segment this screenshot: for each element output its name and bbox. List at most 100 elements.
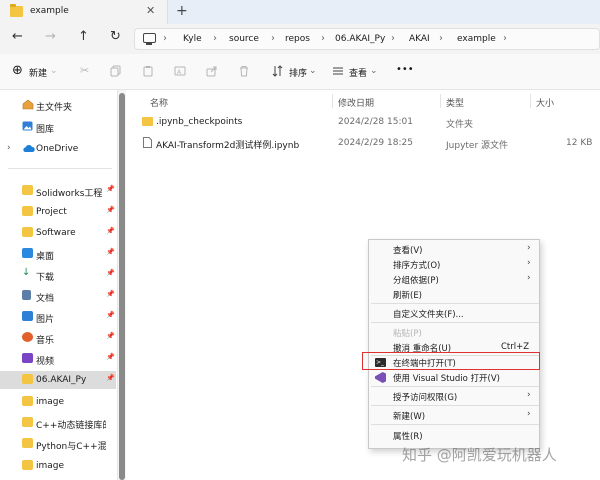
menu-item-properties[interactable]: 属性(R): [369, 428, 541, 443]
pin-icon: 📌: [106, 353, 115, 361]
sidebar-item-desktop[interactable]: 桌面 📌: [0, 245, 116, 263]
sidebar-item-label: 桌面: [36, 252, 55, 262]
menu-item-open-with-visual-studio[interactable]: 使用 Visual Studio 打开(V): [369, 370, 541, 385]
sidebar-item-videos[interactable]: 视频 📌: [0, 350, 116, 368]
video-icon: [22, 353, 33, 363]
delete-icon[interactable]: [238, 65, 250, 77]
sort-button[interactable]: 排序: [289, 66, 307, 79]
sidebar-item-downloads[interactable]: ↓ 下载 📌: [0, 266, 116, 284]
sidebar-item-gallery[interactable]: 图库: [0, 118, 116, 136]
refresh-button[interactable]: ↻: [110, 30, 121, 44]
chevron-right-icon: ›: [527, 273, 531, 283]
file-name: AKAI-Transform2d测试样例.ipynb: [156, 141, 300, 151]
sidebar-item-home[interactable]: 主文件夹: [0, 96, 116, 114]
sidebar-item-image-2[interactable]: image: [0, 457, 116, 475]
breadcrumb-item-akai[interactable]: AKAI: [409, 34, 430, 44]
new-tab-button[interactable]: +: [176, 3, 188, 19]
menu-item-give-access[interactable]: 授予访问权限(G) ›: [369, 389, 541, 404]
sidebar-item-06-akai-py[interactable]: 06.AKAI_Py 📌: [0, 371, 116, 389]
column-header-type[interactable]: 类型: [446, 96, 464, 109]
menu-divider: [371, 405, 539, 406]
column-header-name[interactable]: 名称: [150, 96, 168, 109]
close-icon[interactable]: ✕: [146, 4, 155, 17]
highlight-box: [362, 352, 540, 370]
forward-button[interactable]: →: [45, 30, 56, 44]
menu-item-group-by[interactable]: 分组依据(P) ›: [369, 272, 541, 287]
menu-item-label: 授予访问权限(G): [393, 393, 458, 403]
menu-item-paste[interactable]: 粘贴(P): [369, 325, 541, 340]
chevron-right-icon: ›: [321, 33, 325, 44]
computer-icon: [143, 33, 156, 45]
tab-example[interactable]: example ✕: [0, 0, 168, 24]
sidebar-item-image[interactable]: image: [0, 393, 116, 411]
chevron-right-icon: ›: [213, 33, 217, 44]
sidebar-item-python-cpp[interactable]: Python与C++混合开发: [0, 435, 116, 453]
menu-item-refresh[interactable]: 刷新(E): [369, 287, 541, 302]
sidebar-scrollbar-thumb[interactable]: [119, 93, 125, 480]
breadcrumb-item-example[interactable]: example: [457, 34, 496, 44]
chevron-right-icon: ›: [391, 33, 395, 44]
breadcrumb[interactable]: › Kyle › source › repos › 06.AKAI_Py › A…: [134, 28, 600, 50]
tab-title: example: [30, 6, 69, 16]
tab-bar: example ✕ +: [0, 0, 600, 24]
breadcrumb-item-kyle[interactable]: Kyle: [183, 34, 202, 44]
view-button[interactable]: 查看: [349, 66, 367, 79]
column-divider[interactable]: [530, 94, 531, 108]
sidebar-item-onedrive[interactable]: › OneDrive: [0, 140, 116, 158]
menu-divider: [371, 303, 539, 304]
share-icon[interactable]: [206, 65, 218, 77]
navigation-pane: 主文件夹 图库 › OneDrive Solidworks工程 📌 Project…: [0, 90, 118, 480]
copy-icon[interactable]: [110, 65, 122, 77]
up-button[interactable]: ↑: [78, 30, 89, 44]
menu-item-label: 粘贴(P): [393, 329, 422, 339]
sidebar-item-label: 音乐: [36, 336, 55, 346]
breadcrumb-item-source[interactable]: source: [229, 34, 259, 44]
chevron-right-icon: ›: [163, 33, 167, 44]
more-options-button[interactable]: •••: [396, 64, 414, 75]
view-icon: [333, 67, 343, 75]
sidebar-item-project[interactable]: Project 📌: [0, 203, 116, 221]
menu-item-label: 分组依据(P): [393, 276, 439, 286]
pin-icon: 📌: [106, 206, 115, 214]
menu-item-customize-folder[interactable]: 自定义文件夹(F)...: [369, 306, 541, 321]
sidebar-item-label: 图库: [36, 125, 55, 135]
pin-icon: 📌: [106, 227, 115, 235]
chevron-down-icon: ⌄: [50, 66, 58, 76]
rename-icon[interactable]: A: [174, 65, 186, 77]
column-divider[interactable]: [332, 94, 333, 108]
table-row[interactable]: .ipynb_checkpoints 2024/2/28 15:01 文件夹: [126, 112, 600, 132]
breadcrumb-item-repos[interactable]: repos: [285, 34, 310, 44]
menu-item-label: 属性(R): [393, 432, 423, 442]
sidebar-item-music[interactable]: 音乐 📌: [0, 329, 116, 347]
sidebar-item-software[interactable]: Software 📌: [0, 224, 116, 242]
paste-icon[interactable]: [142, 65, 154, 77]
column-header-date[interactable]: 修改日期: [338, 96, 374, 109]
menu-item-new[interactable]: 新建(W) ›: [369, 408, 541, 423]
command-bar: ⊕ 新建 ⌄ ✂ A 排序 ⌄ 查看 ⌄ •••: [0, 54, 600, 90]
sidebar-item-solidworks[interactable]: Solidworks工程 📌: [0, 182, 116, 200]
back-button[interactable]: ←: [12, 30, 23, 44]
folder-icon: [142, 117, 153, 126]
menu-item-view[interactable]: 查看(V) ›: [369, 242, 541, 257]
sidebar-item-label: C++动态链接库的生成: [36, 421, 106, 431]
menu-item-label: 刷新(E): [393, 291, 423, 301]
pin-icon: 📌: [106, 269, 115, 277]
chevron-right-icon[interactable]: ›: [7, 143, 11, 153]
sidebar-item-pictures[interactable]: 图片 📌: [0, 308, 116, 326]
menu-item-sort-by[interactable]: 排序方式(O) ›: [369, 257, 541, 272]
cut-icon[interactable]: ✂: [80, 64, 89, 77]
new-button[interactable]: 新建: [29, 66, 47, 79]
sidebar-item-label: 下载: [36, 273, 55, 283]
sidebar-item-documents[interactable]: 文档 📌: [0, 287, 116, 305]
file-type: 文件夹: [446, 120, 474, 130]
column-divider[interactable]: [440, 94, 441, 108]
sidebar-item-label: Project: [36, 207, 67, 217]
folder-icon: [22, 417, 33, 427]
breadcrumb-item-06-akai-py[interactable]: 06.AKAI_Py: [335, 34, 385, 44]
pin-icon: 📌: [106, 311, 115, 319]
pin-icon: 📌: [106, 185, 115, 193]
sidebar-item-cpp-dll[interactable]: C++动态链接库的生成: [0, 414, 116, 432]
music-icon: [22, 332, 33, 342]
table-row[interactable]: AKAI-Transform2d测试样例.ipynb 2024/2/29 18:…: [126, 133, 600, 153]
column-header-size[interactable]: 大小: [536, 96, 554, 109]
